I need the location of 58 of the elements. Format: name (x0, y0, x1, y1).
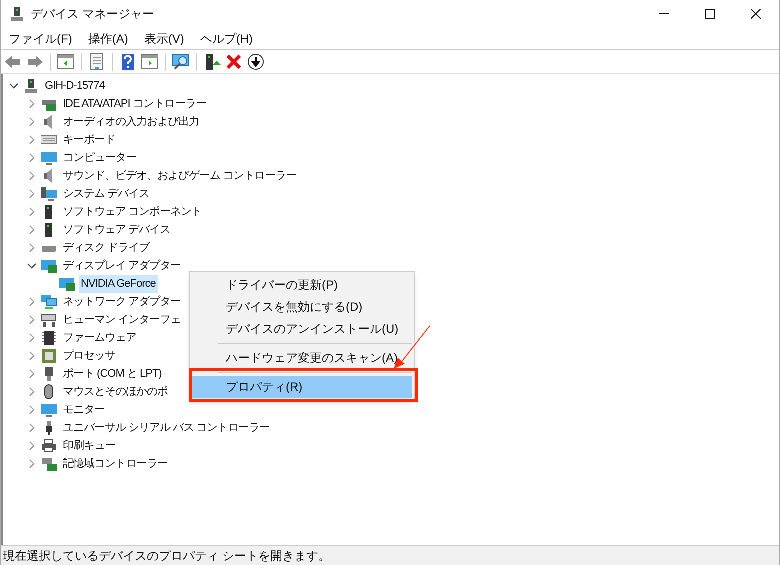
monitor-search-icon[interactable] (172, 52, 190, 70)
maximize-icon (705, 9, 715, 19)
printer-icon (41, 438, 57, 454)
tree-item[interactable]: ネットワーク アダプター (61, 293, 184, 311)
monitor-icon (41, 150, 57, 166)
context-menu-item[interactable]: ドライバーの更新(P) (192, 274, 412, 296)
tree-item[interactable]: ディスプレイ アダプター (61, 257, 184, 275)
menu-item[interactable]: ヘルプ(H) (192, 28, 261, 50)
context-menu-item[interactable]: ハードウェア変更のスキャン(A) (192, 347, 412, 369)
menu-item[interactable]: 操作(A) (80, 28, 136, 50)
close-icon (751, 9, 761, 19)
tree-item[interactable]: ヒューマン インターフェ (61, 311, 184, 329)
tree-item[interactable]: キーボード (61, 131, 118, 149)
monitor-icon (41, 402, 57, 418)
context-menu-item[interactable]: プロパティ(R) (192, 376, 412, 398)
window-panel-icon[interactable] (141, 52, 159, 70)
tree-item[interactable]: ソフトウェア デバイス (61, 221, 173, 239)
tree-item[interactable]: NVIDIA GeForce (79, 275, 158, 293)
window-title: デバイス マネージャー (31, 6, 154, 23)
chip-icon (41, 330, 57, 346)
computer-icon (23, 78, 39, 94)
window-panel-icon[interactable] (57, 52, 75, 70)
tree-item[interactable]: サウンド、ビデオ、およびゲーム コントローラー (61, 167, 299, 185)
help-icon[interactable] (119, 52, 137, 70)
processor-icon (41, 348, 57, 364)
storage-icon (41, 456, 57, 472)
tree-item[interactable]: 印刷キュー (61, 437, 118, 455)
tree-item[interactable]: コンピューター (61, 149, 138, 167)
network-icon (41, 294, 57, 310)
context-menu-item[interactable]: デバイスを無効にする(D) (192, 296, 412, 318)
menu-item[interactable]: 表示(V) (136, 28, 192, 50)
tree-item[interactable]: ディスク ドライブ (61, 239, 152, 257)
keyboard-mouse-icon (41, 312, 57, 328)
tree-item[interactable]: マウスとそのほかのポ (61, 383, 170, 401)
display-card-icon (41, 258, 57, 274)
tree-item[interactable]: モニター (61, 401, 107, 419)
tree-item[interactable]: GIH-D-15774 (43, 77, 107, 95)
status-text: 現在選択しているデバイスのプロパティ シートを開きます。 (2, 548, 330, 564)
context-menu-item[interactable]: デバイスのアンインストール(U) (192, 318, 412, 340)
tree-item[interactable]: ポート (COM と LPT) (61, 365, 164, 383)
display-card-icon (59, 276, 75, 292)
properties-sheet-icon[interactable] (88, 52, 106, 70)
system-icon (41, 186, 57, 202)
tree-item[interactable]: ファームウェア (61, 329, 138, 347)
menu-item[interactable]: ファイル(F) (1, 28, 80, 50)
tree-item[interactable]: プロセッサ (61, 347, 118, 365)
tree-item[interactable]: システム デバイス (61, 185, 152, 203)
collapse-chevron-icon[interactable] (27, 261, 37, 271)
device-update-icon[interactable] (203, 52, 221, 70)
tree-item[interactable]: オーディオの入力および出力 (61, 113, 202, 131)
computer-icon (9, 6, 25, 22)
collapse-chevron-icon[interactable] (9, 81, 19, 91)
down-arrow-circle-icon[interactable] (247, 52, 265, 70)
tree-item[interactable]: ユニバーサル シリアル バス コントローラー (61, 419, 272, 437)
tree-item[interactable]: 記憶域コントローラー (61, 455, 170, 473)
tree-item[interactable]: IDE ATA/ATAPI コントローラー (61, 95, 208, 113)
close-icon[interactable] (225, 52, 243, 70)
tree-item[interactable]: ソフトウェア コンポーネント (61, 203, 204, 221)
